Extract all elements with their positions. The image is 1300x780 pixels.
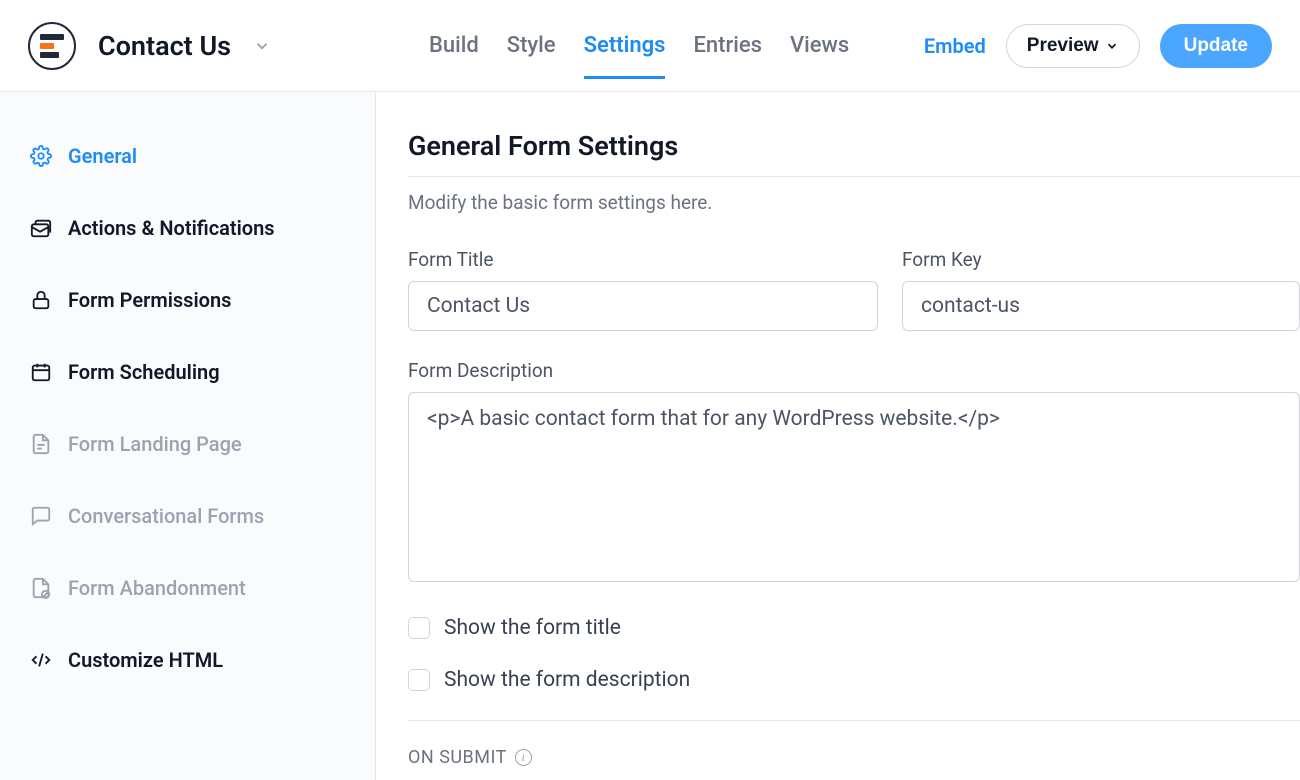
nav-tabs: Build Style Settings Entries Views [379, 13, 908, 79]
sidebar-item-label: Customize HTML [68, 648, 223, 672]
header-left: Contact Us [28, 22, 363, 70]
show-title-row: Show the form title [408, 616, 1300, 640]
sidebar-item-general[interactable]: General [0, 120, 375, 192]
form-key-field: Form Key [902, 248, 1300, 331]
form-description-field: Form Description [408, 359, 1300, 582]
info-icon[interactable]: i [515, 749, 532, 766]
header-bar: Contact Us Build Style Settings Entries … [0, 0, 1300, 92]
sidebar-item-label: Form Landing Page [68, 432, 242, 456]
update-button[interactable]: Update [1160, 24, 1272, 68]
sidebar-item-customize-html[interactable]: Customize HTML [0, 624, 375, 696]
tab-style[interactable]: Style [507, 13, 556, 79]
app-logo [28, 22, 76, 70]
chevron-down-icon [253, 37, 271, 55]
main-panel: General Form Settings Modify the basic f… [376, 92, 1300, 780]
section-title: General Form Settings [408, 130, 1300, 177]
on-submit-label: ON SUBMIT [408, 747, 507, 768]
show-description-row: Show the form description [408, 668, 1300, 692]
app-logo-icon [40, 34, 64, 58]
form-description-label: Form Description [408, 359, 1300, 382]
chevron-down-icon [1105, 39, 1119, 53]
sidebar-item-label: Conversational Forms [68, 504, 264, 528]
sidebar-item-scheduling[interactable]: Form Scheduling [0, 336, 375, 408]
sidebar-item-abandonment[interactable]: Form Abandonment [0, 552, 375, 624]
header-right: Embed Preview Update [924, 24, 1272, 68]
code-icon [30, 649, 52, 671]
form-switcher-button[interactable] [249, 33, 275, 59]
show-description-checkbox[interactable] [408, 669, 430, 691]
sidebar-item-actions[interactable]: Actions & Notifications [0, 192, 375, 264]
sidebar-item-label: Form Scheduling [68, 360, 220, 384]
sidebar-item-label: Form Abandonment [68, 576, 246, 600]
lock-icon [30, 289, 52, 311]
tab-entries[interactable]: Entries [693, 13, 762, 79]
on-submit-heading: ON SUBMIT i [408, 747, 1300, 768]
sidebar: General Actions & Notifications Form Per… [0, 92, 376, 780]
sidebar-item-label: Form Permissions [68, 288, 231, 312]
calendar-icon [30, 361, 52, 383]
sidebar-item-permissions[interactable]: Form Permissions [0, 264, 375, 336]
show-description-label: Show the form description [444, 668, 690, 692]
body: General Actions & Notifications Form Per… [0, 92, 1300, 780]
page-icon [30, 433, 52, 455]
gear-icon [30, 145, 52, 167]
form-key-label: Form Key [902, 248, 1300, 271]
show-title-label: Show the form title [444, 616, 621, 640]
tab-settings[interactable]: Settings [584, 13, 666, 79]
form-title-field: Form Title [408, 248, 878, 331]
form-title-label: Form Title [408, 248, 878, 271]
form-name: Contact Us [98, 30, 231, 62]
mail-stack-icon [30, 217, 52, 239]
sidebar-item-conversational[interactable]: Conversational Forms [0, 480, 375, 552]
tab-build[interactable]: Build [429, 13, 479, 79]
tab-views[interactable]: Views [790, 13, 849, 79]
form-description-input[interactable] [408, 392, 1300, 582]
show-title-checkbox[interactable] [408, 617, 430, 639]
section-description: Modify the basic form settings here. [408, 191, 1300, 214]
title-key-row: Form Title Form Key [408, 248, 1300, 331]
sidebar-item-label: Actions & Notifications [68, 216, 275, 240]
sidebar-item-landing-page[interactable]: Form Landing Page [0, 408, 375, 480]
section-divider [408, 720, 1300, 721]
document-cancel-icon [30, 577, 52, 599]
preview-button[interactable]: Preview [1006, 24, 1140, 68]
sidebar-item-label: General [68, 144, 137, 168]
embed-link[interactable]: Embed [924, 34, 986, 58]
form-key-input[interactable] [902, 281, 1300, 331]
chat-icon [30, 505, 52, 527]
form-title-input[interactable] [408, 281, 878, 331]
preview-button-label: Preview [1027, 35, 1099, 57]
